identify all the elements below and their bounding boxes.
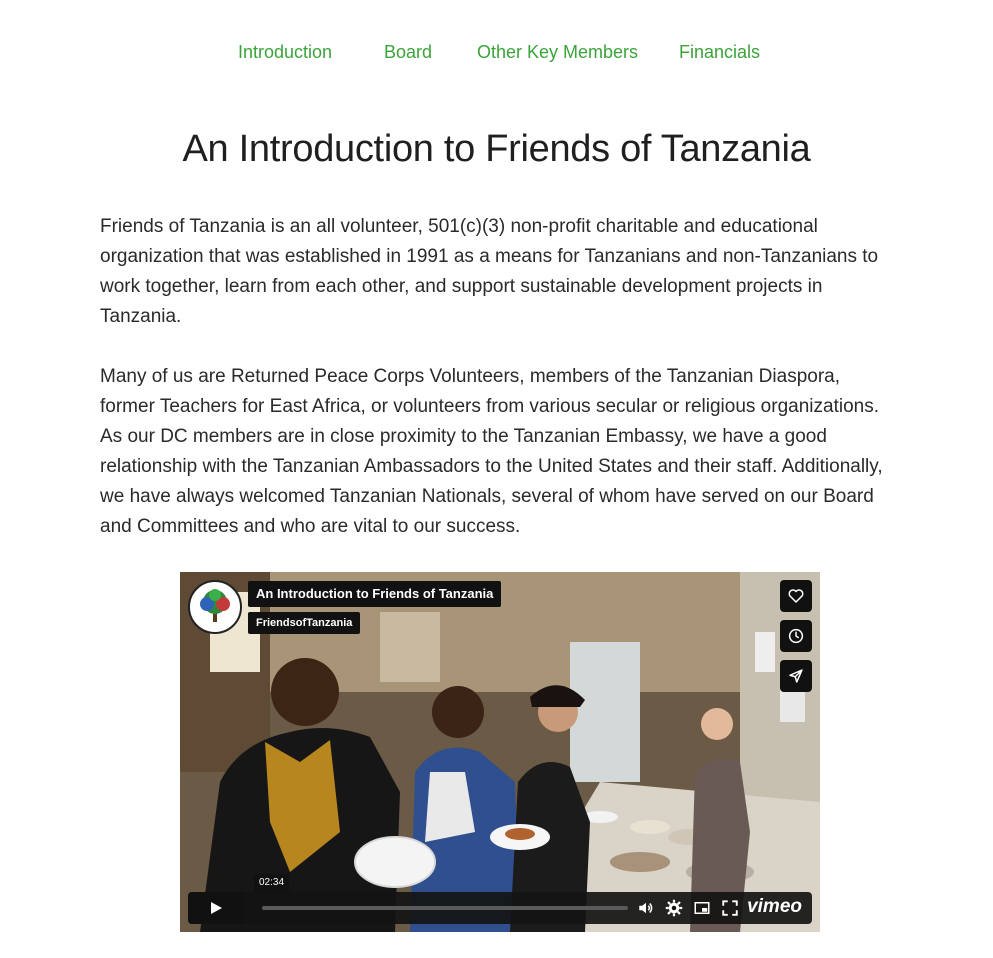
tree-logo-icon xyxy=(200,589,230,622)
clock-icon xyxy=(788,628,804,644)
fullscreen-icon xyxy=(722,900,738,916)
volume-button[interactable] xyxy=(636,898,656,918)
pip-button[interactable] xyxy=(692,898,712,918)
share-button[interactable] xyxy=(780,660,812,692)
video-author[interactable]: FriendsofTanzania xyxy=(248,612,361,634)
nav-financials[interactable]: Financials xyxy=(679,42,760,63)
watch-later-button[interactable] xyxy=(780,620,812,652)
send-icon xyxy=(789,669,803,683)
pip-icon xyxy=(694,902,710,914)
settings-button[interactable] xyxy=(664,898,684,918)
channel-logo[interactable] xyxy=(188,580,242,634)
video-title[interactable]: An Introduction to Friends of Tanzania xyxy=(248,581,502,607)
like-button[interactable] xyxy=(780,580,812,612)
fullscreen-button[interactable] xyxy=(720,898,740,918)
play-button[interactable] xyxy=(188,892,244,924)
time-tooltip: 02:34 xyxy=(254,874,290,896)
nav-other-key-members[interactable]: Other Key Members xyxy=(477,42,638,63)
volume-icon xyxy=(639,902,653,914)
settings-icon xyxy=(665,899,683,917)
intro-paragraph: Friends of Tanzania is an all volunteer,… xyxy=(100,216,879,327)
page-title: An Introduction to Friends of Tanzania xyxy=(182,128,811,170)
progress-bar[interactable] xyxy=(262,906,628,910)
video-player[interactable]: An Introduction to Friends of Tanzania F… xyxy=(180,572,820,932)
heart-icon xyxy=(788,589,804,603)
vimeo-logo[interactable]: vimeo xyxy=(747,896,802,918)
members-paragraph: Many of us are Returned Peace Corps Volu… xyxy=(100,366,883,537)
player-controls: 02:34 vimeo xyxy=(188,874,812,924)
nav-board[interactable]: Board xyxy=(384,42,432,63)
play-icon xyxy=(211,902,222,914)
top-nav: Introduction Board Other Key Members Fin… xyxy=(0,42,993,68)
nav-introduction[interactable]: Introduction xyxy=(238,42,332,63)
